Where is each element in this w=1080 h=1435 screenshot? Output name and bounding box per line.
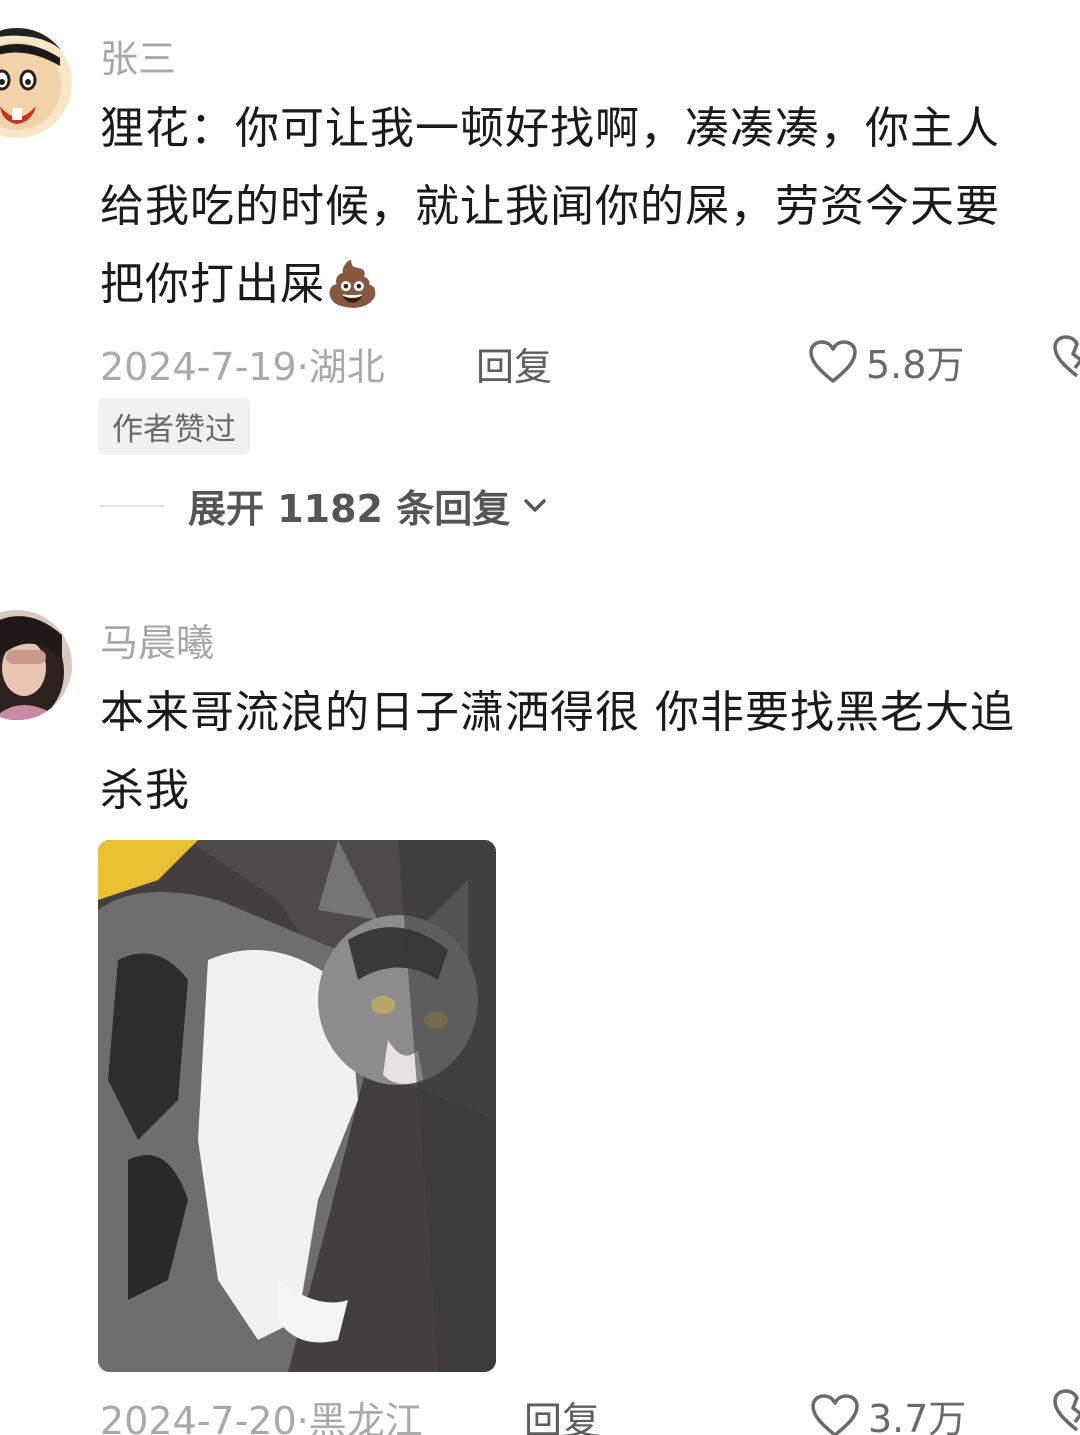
comment-text-line: 把你打出屎💩: [100, 246, 1080, 324]
comment-text-line: 给我吃的时候，就让我闻你的屎，劳资今天要: [100, 181, 1000, 232]
cat-photo: [98, 840, 496, 1372]
comment-text-line: 狸花：你可让我一顿好找啊，凑凑凑，你主人: [100, 103, 1000, 154]
comment-meta: 2024-7-20·黑龙江: [100, 1390, 423, 1435]
avatar-photo-girl[interactable]: [0, 610, 72, 720]
reply-button[interactable]: 回复: [524, 1390, 600, 1435]
comment-date: 2024-7-19: [100, 345, 297, 389]
broken-heart-icon: [1053, 1389, 1080, 1432]
comment-text-line-content: 把你打出屎: [100, 259, 325, 310]
comment-username[interactable]: 张三: [100, 28, 176, 83]
avatar-image: [0, 28, 72, 138]
heart-outline-icon: [811, 1393, 859, 1435]
comment-location: 湖北: [308, 345, 385, 389]
meta-separator: ·: [296, 345, 309, 389]
comment-image-cat[interactable]: [98, 840, 496, 1372]
like-button[interactable]: 5.8万: [808, 334, 964, 389]
like-count: 3.7万: [868, 1397, 967, 1435]
meta-separator: ·: [296, 1399, 309, 1435]
poop-emoji-icon: 💩: [325, 259, 381, 310]
comment-meta: 2024-7-19·湖北: [100, 336, 385, 391]
dislike-button[interactable]: [1052, 334, 1080, 384]
comment-text-line: 本来哥流浪的日子潇洒得很 你非要找黑老大追: [100, 687, 1015, 738]
comment-username[interactable]: 马晨曦: [100, 612, 214, 667]
avatar-crayon-shinchan[interactable]: [0, 28, 72, 138]
comment-text: 狸花：你可让我一顿好找啊，凑凑凑，你主人 给我吃的时候，就让我闻你的屎，劳资今天…: [100, 90, 1080, 324]
comment-1: 张三 狸花：你可让我一顿好找啊，凑凑凑，你主人 给我吃的时候，就让我闻你的屎，劳…: [0, 0, 1080, 560]
expand-replies-button[interactable]: 展开 1182 条回复: [100, 478, 552, 533]
broken-heart-icon: [1053, 335, 1080, 378]
like-count: 5.8万: [866, 343, 965, 387]
author-liked-badge: 作者赞过: [98, 398, 250, 455]
heart-outline-icon: [809, 339, 857, 383]
expand-divider: [100, 504, 164, 507]
reply-button[interactable]: 回复: [476, 336, 552, 391]
comment-date: 2024-7-20: [100, 1399, 297, 1435]
comment-text: 本来哥流浪的日子潇洒得很 你非要找黑老大追 杀我: [100, 674, 1080, 830]
chevron-down-icon: [524, 498, 546, 512]
comment-2: 马晨曦 本来哥流浪的日子潇洒得很 你非要找黑老大追 杀我 2024-7-20·黑…: [0, 600, 1080, 1435]
dislike-button[interactable]: [1052, 1388, 1080, 1435]
avatar-image: [0, 610, 72, 720]
comment-location: 黑龙江: [308, 1399, 423, 1435]
like-button[interactable]: 3.7万: [810, 1388, 966, 1435]
comment-page: 张三 狸花：你可让我一顿好找啊，凑凑凑，你主人 给我吃的时候，就让我闻你的屎，劳…: [0, 0, 1080, 1435]
comment-text-line: 杀我: [100, 765, 190, 816]
expand-replies-label: 展开 1182 条回复: [188, 487, 511, 531]
